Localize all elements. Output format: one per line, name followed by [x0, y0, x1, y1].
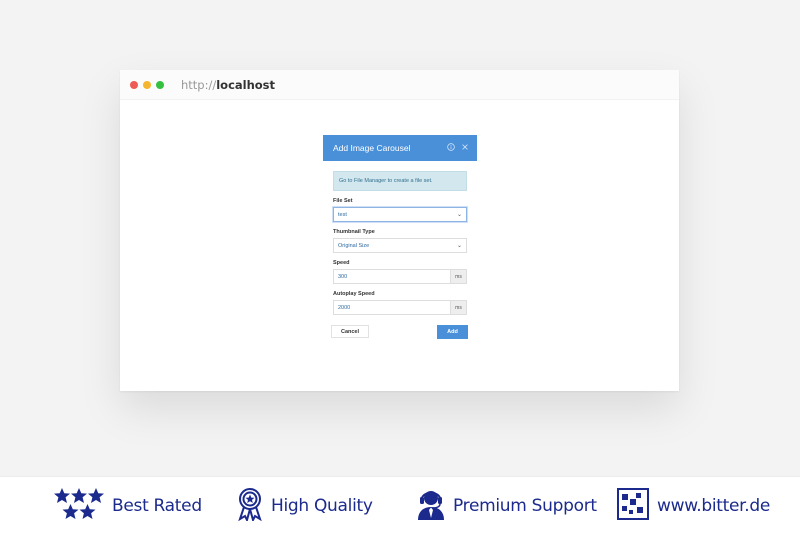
speed-input-group: 300 ms	[333, 269, 467, 284]
cancel-button[interactable]: Cancel	[331, 325, 369, 338]
feature-label: Best Rated	[112, 496, 202, 516]
autoplay-speed-input-group: 2000 ms	[333, 300, 467, 315]
dialog-header: Add Image Carousel	[323, 135, 477, 161]
feature-website: www.bitter.de	[617, 487, 771, 525]
dialog-header-icons	[447, 143, 469, 153]
feature-label: High Quality	[271, 496, 373, 516]
file-set-select[interactable]: test ⌄	[333, 207, 467, 222]
thumbnail-type-label: Thumbnail Type	[333, 229, 375, 235]
autoplay-speed-label: Autoplay Speed	[333, 291, 375, 297]
feature-premium-support: Premium Support	[417, 489, 597, 523]
file-set-label: File Set	[333, 198, 353, 204]
info-icon[interactable]	[447, 143, 455, 153]
add-image-carousel-dialog: Add Image Carousel Go to File Manager to…	[323, 135, 477, 339]
autoplay-speed-unit: ms	[451, 300, 467, 315]
feature-best-rated: Best Rated	[54, 487, 202, 525]
add-button[interactable]: Add	[437, 325, 468, 339]
speed-input[interactable]: 300	[333, 269, 451, 284]
browser-toolbar: http://localhost	[120, 70, 679, 100]
dialog-body: Go to File Manager to create a file set.…	[323, 161, 477, 339]
maximize-window-dot[interactable]	[156, 80, 164, 89]
thumbnail-type-select[interactable]: Original Size ⌄	[333, 238, 467, 253]
file-set-value: test	[338, 211, 347, 218]
url-host: localhost	[216, 77, 276, 92]
minimize-window-dot[interactable]	[143, 80, 151, 89]
dialog-title: Add Image Carousel	[333, 143, 411, 153]
award-badge-icon	[237, 487, 263, 526]
chevron-down-icon: ⌄	[456, 212, 462, 218]
bitter-logo-icon	[617, 487, 649, 525]
browser-window: http://localhost Add Image Carousel Go t…	[120, 70, 679, 391]
feature-label: www.bitter.de	[657, 496, 771, 516]
headset-support-icon	[417, 488, 445, 525]
dialog-footer: Cancel Add	[331, 325, 468, 339]
file-manager-alert: Go to File Manager to create a file set.	[333, 171, 467, 191]
feature-high-quality: High Quality	[237, 487, 373, 526]
chevron-down-icon: ⌄	[456, 243, 462, 249]
speed-unit: ms	[451, 269, 467, 284]
stars-icon	[54, 487, 104, 525]
address-bar[interactable]: http://localhost	[181, 78, 275, 92]
close-window-dot[interactable]	[130, 80, 138, 89]
feature-label: Premium Support	[453, 496, 597, 516]
url-scheme: http://	[181, 77, 217, 92]
close-icon[interactable]	[461, 143, 469, 153]
autoplay-speed-input[interactable]: 2000	[333, 300, 451, 315]
features-footer: Best Rated High Quality Premium Support …	[0, 476, 800, 533]
thumbnail-type-value: Original Size	[338, 242, 370, 249]
speed-label: Speed	[333, 260, 350, 266]
